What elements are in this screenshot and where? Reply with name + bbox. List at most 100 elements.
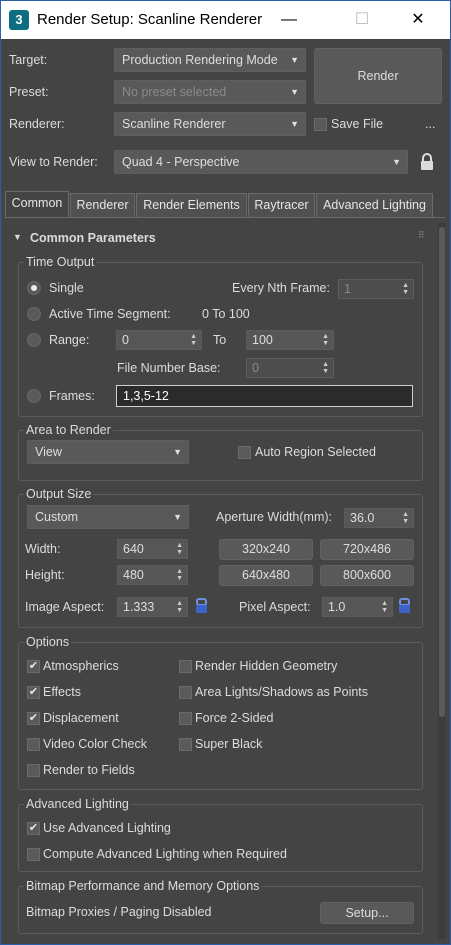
spinner-arrows-icon[interactable]: ▲ ▼	[402, 511, 409, 525]
auto-region-selected-label: Auto Region Selected	[255, 445, 376, 459]
title-bar[interactable]: 3 Render Setup: Scanline Renderer — ☐ ✕	[1, 1, 450, 39]
every-nth-frame-label: Every Nth Frame:	[232, 281, 330, 295]
minimize-button[interactable]: —	[266, 1, 312, 39]
effects-checkbox[interactable]: ✔	[27, 686, 40, 699]
output-size-title: Output Size	[24, 487, 94, 501]
aperture-width-label: Aperture Width(mm):	[216, 510, 332, 524]
tab-raytracer[interactable]: Raytracer	[248, 193, 315, 217]
scrollbar[interactable]	[438, 223, 446, 939]
collapse-arrow-icon[interactable]: ▼	[13, 232, 22, 242]
preset-dropdown[interactable]: No preset selected ▼	[114, 80, 306, 104]
tab-advanced-lighting[interactable]: Advanced Lighting	[316, 193, 433, 217]
render-setup-window: 3 Render Setup: Scanline Renderer — ☐ ✕ …	[0, 0, 451, 945]
frames-radio[interactable]	[27, 389, 41, 403]
preset-value: No preset selected	[122, 85, 227, 99]
spinner-arrows-icon[interactable]: ▲ ▼	[176, 542, 183, 556]
lock-icon[interactable]	[420, 153, 434, 171]
area-to-render-value: View	[35, 445, 62, 459]
area-lights-shadows-label: Area Lights/Shadows as Points	[195, 685, 369, 699]
target-label: Target:	[9, 53, 48, 67]
bitmap-setup-button[interactable]: Setup...	[320, 902, 414, 924]
every-nth-frame-spinner[interactable]: 1 ▲ ▼	[338, 279, 414, 299]
pixel-aspect-label: Pixel Aspect:	[239, 600, 311, 614]
tab-render-elements[interactable]: Render Elements	[136, 193, 247, 217]
drag-handle-icon[interactable]: ⠿	[418, 230, 425, 241]
width-spinner[interactable]: 640 ▲ ▼	[117, 539, 188, 559]
view-to-render-value: Quad 4 - Perspective	[122, 155, 240, 169]
height-label: Height:	[25, 568, 65, 582]
scrollbar-thumb[interactable]	[439, 227, 445, 717]
aperture-width-value: 36.0	[350, 511, 375, 525]
render-to-fields-checkbox[interactable]	[27, 764, 40, 777]
target-value: Production Rendering Mode	[122, 53, 278, 67]
use-advanced-lighting-checkbox[interactable]: ✔	[27, 822, 40, 835]
single-radio[interactable]	[27, 281, 41, 295]
auto-region-selected-checkbox[interactable]	[238, 446, 251, 459]
chevron-down-icon: ▼	[290, 55, 299, 65]
active-time-segment-value: 0 To 100	[202, 307, 250, 321]
range-to-value: 100	[252, 333, 273, 347]
chevron-down-icon: ▼	[173, 447, 182, 457]
render-hidden-geometry-checkbox[interactable]	[179, 660, 192, 673]
preset-720x486-button[interactable]: 720x486	[320, 539, 414, 560]
aperture-width-spinner[interactable]: 36.0 ▲ ▼	[344, 508, 414, 528]
bitmap-performance-title: Bitmap Performance and Memory Options	[24, 879, 262, 893]
target-dropdown[interactable]: Production Rendering Mode ▼	[114, 48, 306, 72]
more-options-button[interactable]: ...	[425, 117, 435, 131]
render-to-fields-label: Render to Fields	[43, 763, 135, 777]
range-to-spinner[interactable]: 100 ▲ ▼	[246, 330, 334, 350]
atmospherics-checkbox[interactable]: ✔	[27, 660, 40, 673]
image-aspect-lock-icon[interactable]	[195, 598, 208, 614]
width-label: Width:	[25, 542, 61, 556]
spinner-arrows-icon[interactable]: ▲ ▼	[322, 333, 329, 347]
preset-label: Preset:	[9, 85, 49, 99]
spinner-arrows-icon[interactable]: ▲ ▼	[176, 568, 183, 582]
tab-renderer[interactable]: Renderer	[70, 193, 135, 217]
width-value: 640	[123, 542, 144, 556]
renderer-value: Scanline Renderer	[122, 117, 226, 131]
pixel-aspect-lock-icon[interactable]	[398, 598, 411, 614]
frames-input[interactable]: 1,3,5-12	[116, 385, 413, 407]
active-time-segment-radio[interactable]	[27, 307, 41, 321]
file-number-base-spinner[interactable]: 0 ▲ ▼	[246, 358, 334, 378]
close-button[interactable]: ✕	[395, 1, 441, 39]
preset-640x480-button[interactable]: 640x480	[219, 565, 313, 586]
every-nth-frame-value: 1	[344, 282, 351, 296]
view-to-render-dropdown[interactable]: Quad 4 - Perspective ▼	[114, 150, 408, 174]
file-number-base-label: File Number Base:	[117, 361, 221, 375]
chevron-down-icon: ▼	[290, 87, 299, 97]
displacement-checkbox[interactable]: ✔	[27, 712, 40, 725]
spinner-arrows-icon[interactable]: ▲ ▼	[381, 600, 388, 614]
tab-common[interactable]: Common	[5, 191, 69, 217]
super-black-checkbox[interactable]	[179, 738, 192, 751]
preset-320x240-button[interactable]: 320x240	[219, 539, 313, 560]
chevron-down-icon: ▼	[290, 119, 299, 129]
rollout-title-common-parameters[interactable]: Common Parameters	[30, 231, 156, 245]
image-aspect-spinner[interactable]: 1.333 ▲ ▼	[117, 597, 188, 617]
pixel-aspect-spinner[interactable]: 1.0 ▲ ▼	[322, 597, 393, 617]
video-color-check-checkbox[interactable]	[27, 738, 40, 751]
height-spinner[interactable]: 480 ▲ ▼	[117, 565, 188, 585]
active-time-segment-label: Active Time Segment:	[49, 307, 171, 321]
height-value: 480	[123, 568, 144, 582]
spinner-arrows-icon[interactable]: ▲ ▼	[402, 282, 409, 296]
preset-800x600-button[interactable]: 800x600	[320, 565, 414, 586]
maximize-button[interactable]: ☐	[339, 1, 385, 39]
render-button[interactable]: Render	[314, 48, 442, 104]
view-to-render-label: View to Render:	[9, 155, 98, 169]
area-to-render-dropdown[interactable]: View ▼	[27, 440, 189, 464]
range-radio[interactable]	[27, 333, 41, 347]
area-lights-shadows-checkbox[interactable]	[179, 686, 192, 699]
output-size-preset-dropdown[interactable]: Custom ▼	[27, 505, 189, 529]
spinner-arrows-icon[interactable]: ▲ ▼	[176, 600, 183, 614]
renderer-label: Renderer:	[9, 117, 65, 131]
force-2-sided-checkbox[interactable]	[179, 712, 192, 725]
renderer-dropdown[interactable]: Scanline Renderer ▼	[114, 112, 306, 136]
use-advanced-lighting-label: Use Advanced Lighting	[43, 821, 171, 835]
range-label: Range:	[49, 333, 90, 347]
range-from-spinner[interactable]: 0 ▲ ▼	[116, 330, 202, 350]
compute-advanced-lighting-checkbox[interactable]	[27, 848, 40, 861]
spinner-arrows-icon[interactable]: ▲ ▼	[190, 333, 197, 347]
save-file-checkbox[interactable]	[314, 118, 327, 131]
spinner-arrows-icon[interactable]: ▲ ▼	[322, 361, 329, 375]
